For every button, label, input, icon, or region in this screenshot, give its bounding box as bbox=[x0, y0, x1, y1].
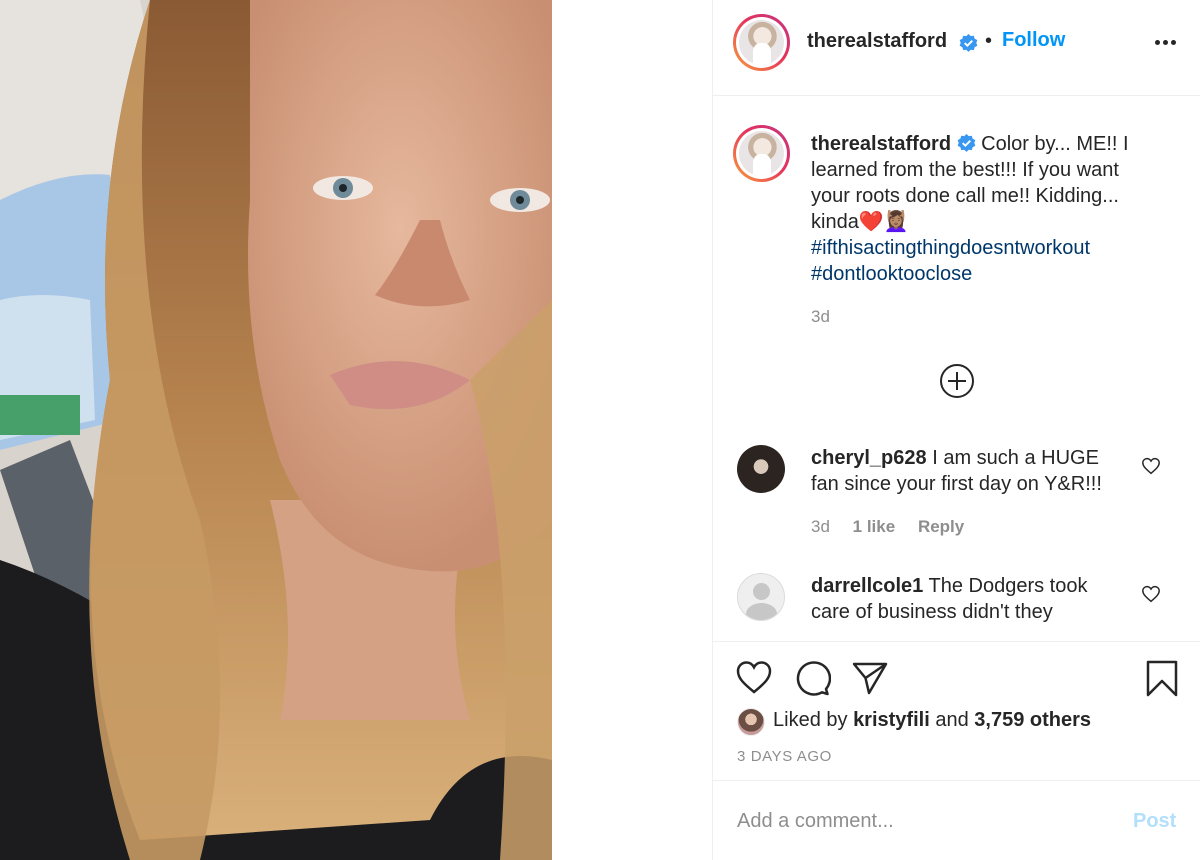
post-header: therealstafford • Follow bbox=[713, 0, 1200, 96]
verified-badge-icon bbox=[959, 34, 978, 52]
post-details-panel: therealstafford • Follow therealstafford… bbox=[712, 0, 1200, 860]
liked-by-prefix: Liked by bbox=[773, 709, 848, 731]
comment-text: cheryl_p628 I am such a HUGE fan since y… bbox=[811, 445, 1131, 497]
caption-text: therealstafford Color by... ME!! I learn… bbox=[811, 131, 1156, 287]
post-comment-button[interactable]: Post bbox=[1133, 810, 1176, 833]
separator-dot: • bbox=[985, 30, 993, 52]
comment-like-heart-icon[interactable] bbox=[1141, 585, 1161, 603]
commenter-username[interactable]: darrellcole1 bbox=[811, 575, 923, 597]
liker-username[interactable]: kristyfili bbox=[853, 709, 930, 731]
comment-time: 3d bbox=[811, 517, 830, 536]
load-more-comments-icon[interactable] bbox=[939, 363, 975, 399]
caption-emoji: ❤️💆🏽‍♀️ bbox=[858, 211, 909, 233]
commenter-avatar[interactable] bbox=[737, 445, 785, 493]
verified-badge-icon bbox=[957, 134, 975, 152]
liked-by-summary: Liked by kristyfili and 3,759 others bbox=[773, 709, 1091, 732]
commenter-username[interactable]: cheryl_p628 bbox=[811, 447, 927, 469]
like-heart-icon[interactable] bbox=[735, 659, 773, 697]
likes-others-count[interactable]: 3,759 others bbox=[974, 709, 1091, 731]
spacer bbox=[552, 0, 712, 860]
hashtag-link[interactable]: #ifthisactingthingdoesntworkout bbox=[811, 235, 1156, 261]
comment-meta: 3d 1 like Reply bbox=[811, 517, 982, 537]
caption-avatar[interactable] bbox=[733, 125, 790, 182]
author-username[interactable]: therealstafford bbox=[807, 30, 947, 53]
follow-button[interactable]: Follow bbox=[1002, 29, 1065, 52]
post-timestamp[interactable]: 3 DAYS AGO bbox=[737, 748, 832, 765]
comment-input[interactable] bbox=[737, 806, 1117, 836]
liked-by-and: and bbox=[935, 709, 969, 731]
comment-like-heart-icon[interactable] bbox=[1141, 457, 1161, 475]
add-comment-bar: Post bbox=[713, 782, 1200, 860]
comment-likes-count[interactable]: 1 like bbox=[853, 517, 896, 536]
post-photo bbox=[0, 0, 552, 860]
comment-text: darrellcole1 The Dodgers took care of bu… bbox=[811, 573, 1131, 625]
share-send-icon[interactable] bbox=[851, 659, 889, 697]
comment-bubble-icon[interactable] bbox=[793, 659, 831, 697]
hashtag-link[interactable]: #dontlooktooclose bbox=[811, 261, 1156, 287]
commenter-avatar-placeholder[interactable] bbox=[737, 573, 785, 621]
comments-list[interactable]: therealstafford Color by... ME!! I learn… bbox=[713, 97, 1200, 642]
caption-username[interactable]: therealstafford bbox=[811, 133, 951, 155]
liker-avatar[interactable] bbox=[737, 708, 765, 736]
save-bookmark-icon[interactable] bbox=[1143, 659, 1181, 697]
caption-time: 3d bbox=[811, 307, 830, 326]
selfie-image bbox=[0, 0, 552, 860]
more-options-icon[interactable] bbox=[1151, 30, 1181, 50]
author-avatar[interactable] bbox=[733, 14, 790, 71]
reply-button[interactable]: Reply bbox=[918, 517, 964, 536]
